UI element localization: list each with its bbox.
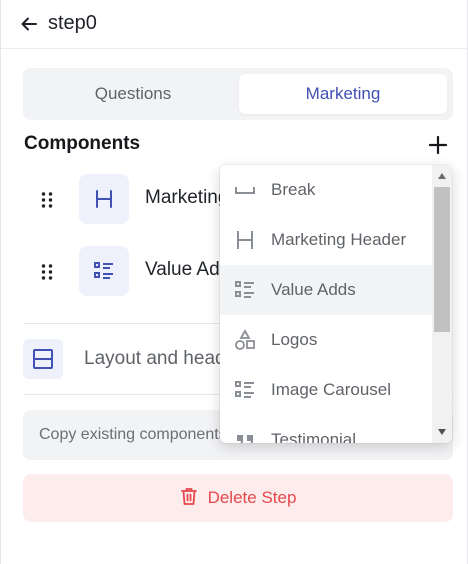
dropdown-item-marketing-header[interactable]: Marketing Header: [220, 215, 432, 265]
dropdown-item-label: Marketing Header: [271, 230, 407, 249]
dropdown-item-label: Value Adds: [271, 280, 356, 299]
dropdown-scrollbar[interactable]: [432, 165, 452, 443]
heading-h-icon: [79, 174, 129, 224]
delete-step-label: Delete Step: [207, 488, 297, 507]
scroll-down-arrow-icon[interactable]: [438, 429, 446, 435]
drag-handle-icon[interactable]: [40, 190, 54, 210]
list-icon: [79, 246, 129, 296]
page-title: step0: [48, 12, 97, 34]
component-row[interactable]: Value Adds: [23, 246, 240, 298]
scroll-up-arrow-icon[interactable]: [438, 173, 446, 179]
dropdown-item-label: Testimonial: [271, 430, 357, 443]
scrollbar-thumb[interactable]: [434, 187, 450, 332]
tab-bar: Questions Marketing: [23, 68, 453, 120]
dropdown-item-image-carousel[interactable]: Image Carousel: [220, 365, 432, 415]
layout-and-header-label[interactable]: Layout and header: [84, 348, 242, 370]
dropdown-item-label: Break: [271, 180, 316, 199]
tab-questions[interactable]: Questions: [29, 74, 237, 114]
header: step0: [1, 0, 467, 49]
dropdown-item-testimonial[interactable]: Testimonial: [220, 415, 432, 443]
break-icon: [234, 179, 256, 201]
dropdown-item-break[interactable]: Break: [220, 165, 432, 215]
add-component-dropdown: Break Marketing Header Value Adds Logos …: [220, 165, 452, 443]
list-icon: [234, 279, 256, 301]
quote-icon: [234, 429, 256, 443]
delete-step-button[interactable]: Delete Step: [23, 474, 453, 522]
tab-marketing[interactable]: Marketing: [239, 74, 447, 114]
dropdown-item-logos[interactable]: Logos: [220, 315, 432, 365]
dropdown-list: Break Marketing Header Value Adds Logos …: [220, 165, 432, 443]
dropdown-item-label: Logos: [271, 330, 318, 349]
components-heading: Components: [24, 133, 141, 154]
drag-handle-icon[interactable]: [40, 262, 54, 282]
heading-h-icon: [234, 229, 256, 251]
trash-icon: [180, 486, 198, 511]
shapes-icon: [234, 329, 256, 351]
dropdown-item-value-adds[interactable]: Value Adds: [220, 265, 432, 315]
component-row[interactable]: Marketing Header: [23, 174, 296, 226]
layout-icon[interactable]: [23, 339, 63, 379]
plus-icon[interactable]: [427, 134, 449, 156]
list-icon: [234, 379, 256, 401]
dropdown-item-label: Image Carousel: [271, 380, 392, 399]
arrow-left-icon[interactable]: [19, 14, 39, 34]
